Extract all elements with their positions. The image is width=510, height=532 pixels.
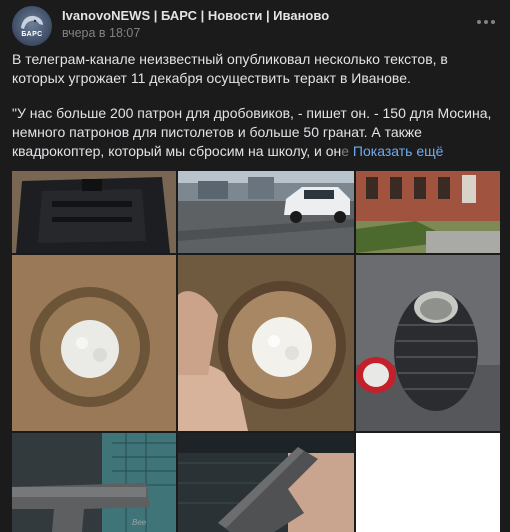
post-paragraph-1: В телеграм-канале неизвестный опубликова… [12,51,448,86]
photo-paper-tube-top-1[interactable] [12,255,176,431]
photo-grid: Bee [12,171,500,532]
post-text-paragraph-1: В телеграм-канале неизвестный опубликова… [12,50,498,88]
avatar-badge-text: БАРС [21,31,43,38]
avatar[interactable]: БАРС [12,6,52,46]
photo-grenade-bottle[interactable] [356,255,500,431]
photo-red-brick-building[interactable] [356,171,500,253]
leopard-icon [21,15,43,29]
svg-text:Bee: Bee [132,518,147,527]
photo-pistol-1[interactable]: Bee [12,433,176,532]
post-timestamp[interactable]: вчера в 18:07 [62,26,140,40]
photo-paper-tube-hand[interactable] [178,255,354,431]
post-text-paragraph-2: "У нас больше 200 патрон для дробовиков,… [12,104,498,161]
source-name-link[interactable]: IvanovoNEWS | БАРС | Новости | Иваново [62,8,329,23]
post-paragraph-2-fade: е [341,143,350,159]
photo-pistol-2[interactable] [178,433,354,532]
photo-black-backpack[interactable] [12,171,176,253]
post-header: БАРС IvanovoNEWS | БАРС | Новости | Иван… [12,6,498,46]
show-more-link[interactable]: Показать ещё [353,143,444,159]
photo-empty-slot [356,433,500,532]
photo-street-white-car[interactable] [178,171,354,253]
more-options-icon[interactable] [474,12,498,32]
